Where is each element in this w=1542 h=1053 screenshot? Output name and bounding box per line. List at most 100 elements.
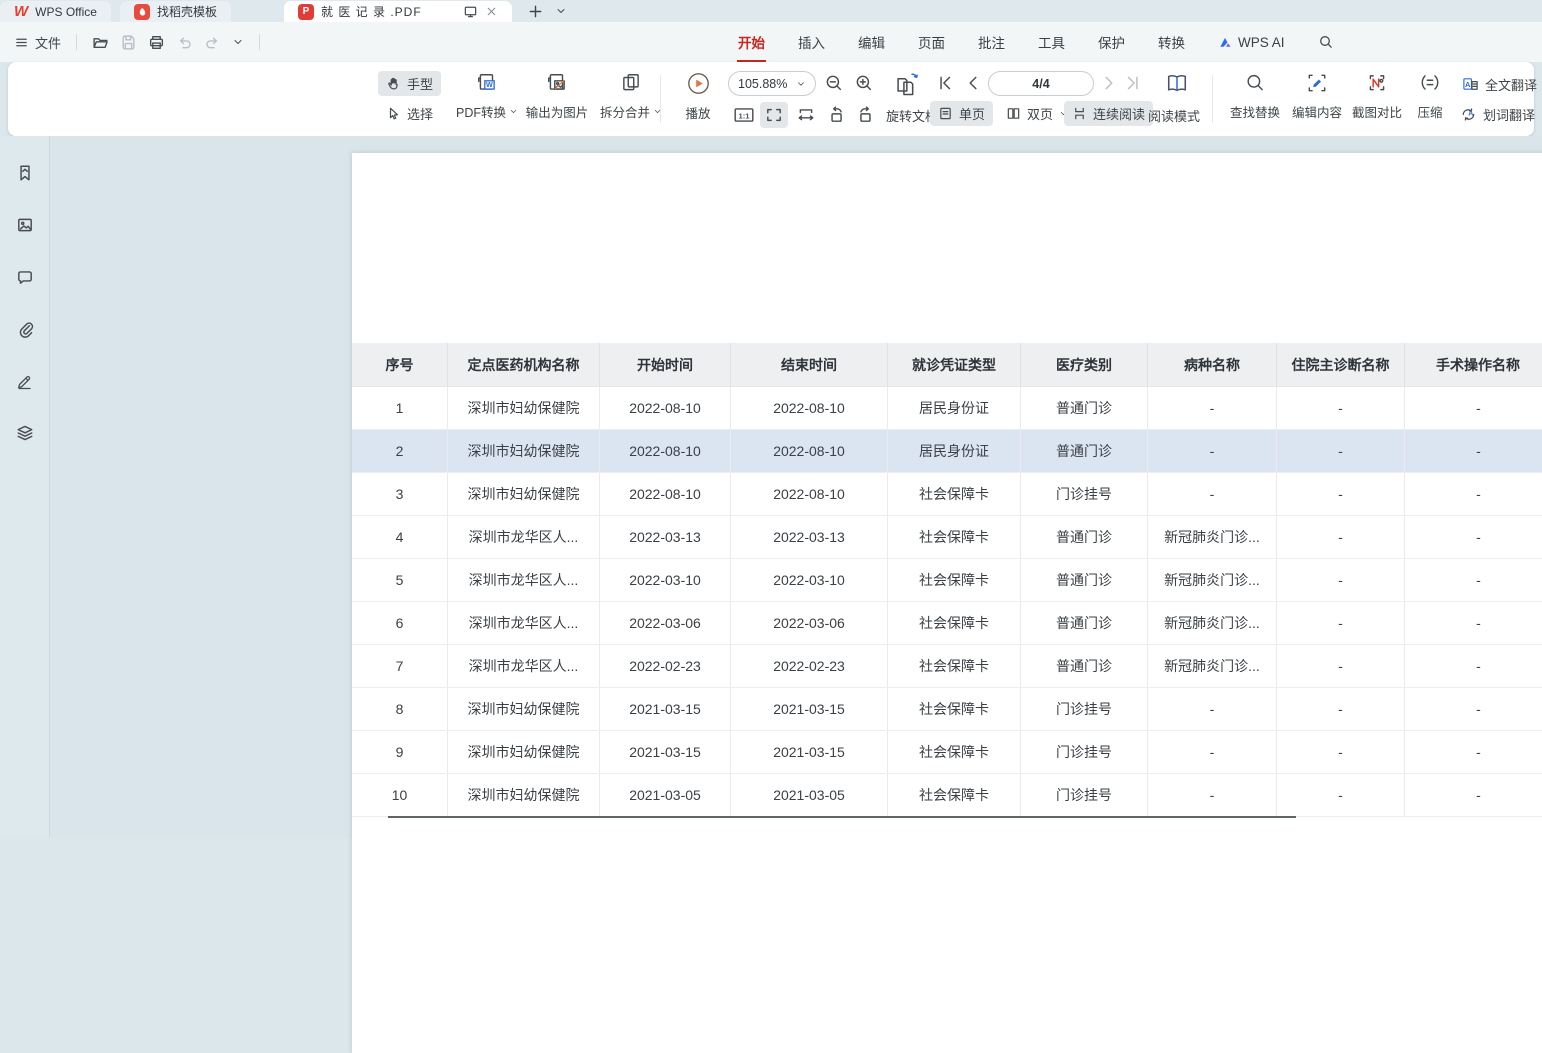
- table-cell: -: [1148, 774, 1277, 816]
- table-cell: -: [1405, 559, 1542, 601]
- enter-pc-mode-icon[interactable]: [463, 4, 478, 19]
- fit-page-icon: [765, 106, 783, 124]
- table-cell: 2022-03-06: [731, 602, 888, 644]
- rotate-left-icon[interactable]: [822, 102, 850, 128]
- table-cell: 普通门诊: [1021, 559, 1148, 601]
- table-cell: 2021-03-05: [731, 774, 888, 816]
- comments-panel-icon[interactable]: [10, 262, 40, 292]
- menu-comment[interactable]: 批注: [977, 30, 1006, 54]
- table-cell: 2021-03-15: [600, 731, 731, 773]
- table-cell: -: [1405, 473, 1542, 515]
- menu-insert[interactable]: 插入: [797, 30, 826, 54]
- layers-panel-icon[interactable]: [10, 418, 40, 448]
- continuous-reading-button[interactable]: 连续阅读: [1064, 101, 1153, 126]
- table-cell: -: [1148, 387, 1277, 429]
- tab-list-chevron-icon[interactable]: [555, 5, 567, 17]
- rotate-pages-icon[interactable]: [894, 70, 922, 98]
- menu-edit[interactable]: 编辑: [857, 30, 886, 54]
- continuous-reading-icon: [1072, 106, 1087, 121]
- table-cell: -: [1277, 559, 1405, 601]
- table-cell: 社会保障卡: [888, 688, 1021, 730]
- fit-width-button[interactable]: [792, 102, 820, 128]
- hand-tool-button[interactable]: 手型: [378, 71, 441, 96]
- attachments-panel-icon[interactable]: [10, 314, 40, 344]
- table-cell: -: [1148, 430, 1277, 472]
- menu-protect[interactable]: 保护: [1097, 30, 1126, 54]
- split-merge-button[interactable]: 拆分合并: [593, 71, 669, 121]
- next-page-icon[interactable]: [1100, 74, 1118, 92]
- play-button[interactable]: 播放: [672, 71, 724, 122]
- zoom-in-icon[interactable]: [854, 73, 874, 93]
- single-page-button[interactable]: 单页: [930, 101, 993, 126]
- thumbnails-panel-icon[interactable]: [10, 210, 40, 240]
- page-number-input[interactable]: [988, 71, 1094, 96]
- close-tab-icon[interactable]: [485, 5, 498, 18]
- menu-search-icon[interactable]: [1317, 32, 1335, 52]
- bookmarks-panel-icon[interactable]: [10, 158, 40, 188]
- column-header: 住院主诊断名称: [1277, 343, 1405, 386]
- table-cell: 8: [352, 688, 448, 730]
- screenshot-compare-button[interactable]: 截图对比: [1346, 71, 1408, 121]
- tab-docer-templates[interactable]: 找稻壳模板: [120, 1, 231, 22]
- zoom-level-value[interactable]: [738, 77, 794, 91]
- table-cell: 社会保障卡: [888, 516, 1021, 558]
- table-cell: 居民身份证: [888, 430, 1021, 472]
- table-cell: 新冠肺炎门诊...: [1148, 516, 1277, 558]
- svg-text:1:1: 1:1: [738, 111, 750, 120]
- edit-content-button[interactable]: 编辑内容: [1286, 71, 1348, 121]
- full-text-translate-button[interactable]: A 全文翻译: [1454, 72, 1542, 97]
- last-page-icon[interactable]: [1124, 74, 1142, 92]
- play-icon: [686, 71, 711, 96]
- export-as-image-button[interactable]: 输出为图片: [515, 71, 599, 121]
- word-translate-button[interactable]: A 划词翻译: [1452, 102, 1542, 127]
- table-cell: -: [1405, 774, 1542, 816]
- table-cell: 2022-08-10: [731, 430, 888, 472]
- new-tab-icon[interactable]: [528, 4, 543, 19]
- file-menu[interactable]: 文件: [14, 33, 61, 52]
- open-file-icon[interactable]: [92, 34, 109, 51]
- table-row: 3深圳市妇幼保健院2022-08-102022-08-10社会保障卡门诊挂号--…: [352, 473, 1542, 516]
- select-tool-button[interactable]: 选择: [378, 101, 441, 126]
- table-row: 9深圳市妇幼保健院2021-03-152021-03-15社会保障卡门诊挂号--…: [352, 731, 1542, 774]
- read-mode-button[interactable]: 阅读模式: [1148, 106, 1200, 125]
- save-icon[interactable]: [120, 34, 137, 51]
- quick-access-chevron-icon[interactable]: [232, 36, 244, 48]
- table-cell: 深圳市妇幼保健院: [448, 774, 600, 816]
- pdf-page[interactable]: 序号定点医药机构名称开始时间结束时间就诊凭证类型医疗类别病种名称住院主诊断名称手…: [352, 153, 1542, 1053]
- menu-tools[interactable]: 工具: [1037, 30, 1066, 54]
- table-cell: 新冠肺炎门诊...: [1148, 645, 1277, 687]
- menu-home[interactable]: 开始: [737, 30, 766, 54]
- menu-wps-ai[interactable]: WPS AI: [1217, 33, 1286, 52]
- compress-button[interactable]: 压缩: [1408, 71, 1452, 121]
- first-page-icon[interactable]: [936, 74, 954, 92]
- tab-wps-office[interactable]: W WPS Office: [0, 1, 111, 22]
- find-replace-button[interactable]: 查找替换: [1220, 71, 1290, 121]
- menu-page[interactable]: 页面: [917, 30, 946, 54]
- table-cell: 4: [352, 516, 448, 558]
- table-bottom-rule: [388, 816, 1296, 818]
- zoom-out-icon[interactable]: [824, 73, 844, 93]
- table-cell: 2021-03-15: [731, 688, 888, 730]
- word-translate-icon: A: [1460, 106, 1477, 123]
- signature-panel-icon[interactable]: [10, 366, 40, 396]
- table-cell: 2022-08-10: [600, 387, 731, 429]
- medical-records-table: 序号定点医药机构名称开始时间结束时间就诊凭证类型医疗类别病种名称住院主诊断名称手…: [352, 343, 1542, 817]
- hand-icon: [386, 76, 401, 91]
- divider: [1212, 75, 1213, 123]
- print-icon[interactable]: [148, 34, 165, 51]
- zoom-level-select[interactable]: [728, 71, 816, 96]
- tab-document-pdf[interactable]: P 就 医 记 录 .PDF: [284, 1, 512, 22]
- table-cell: 普通门诊: [1021, 516, 1148, 558]
- pdf-convert-button[interactable]: W PDF转换: [449, 71, 525, 121]
- redo-icon[interactable]: [204, 34, 221, 51]
- column-header: 定点医药机构名称: [448, 343, 600, 386]
- fit-page-button[interactable]: [760, 102, 788, 128]
- undo-icon[interactable]: [176, 34, 193, 51]
- actual-size-button[interactable]: 1:1: [730, 102, 758, 128]
- menu-convert[interactable]: 转换: [1157, 30, 1186, 54]
- table-cell: 2022-03-13: [731, 516, 888, 558]
- compress-icon: [1419, 71, 1441, 95]
- previous-page-icon[interactable]: [964, 74, 982, 92]
- docer-icon: [134, 4, 150, 20]
- rotate-right-icon[interactable]: [852, 102, 880, 128]
